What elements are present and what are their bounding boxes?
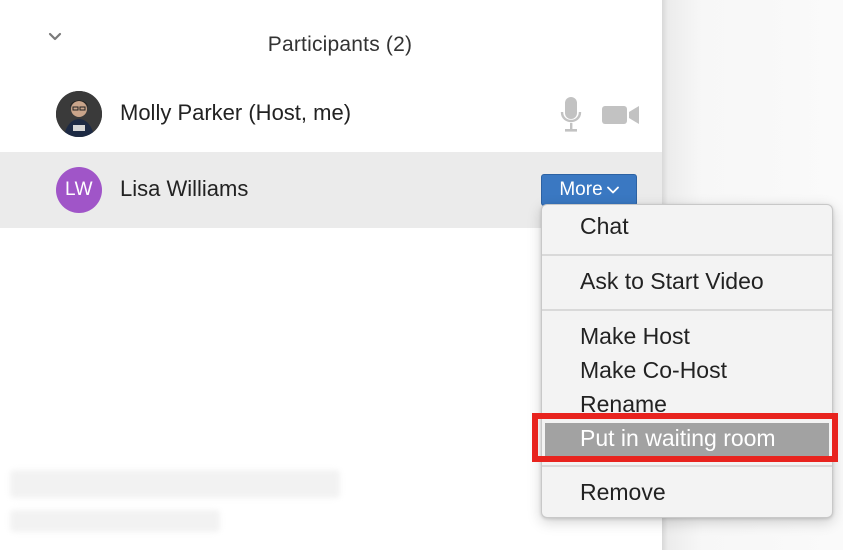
microphone-icon[interactable] bbox=[560, 96, 582, 134]
highlight-annotation-box bbox=[532, 413, 838, 462]
menu-separator bbox=[542, 465, 832, 467]
chevron-down-icon bbox=[606, 186, 619, 194]
menu-item-remove[interactable]: Remove bbox=[580, 479, 666, 506]
avatar bbox=[56, 91, 102, 137]
participant-row[interactable]: Molly Parker (Host, me) bbox=[0, 76, 662, 152]
participant-name: Lisa Williams bbox=[120, 176, 249, 201]
panel-title: Participants (2) bbox=[267, 33, 413, 56]
menu-item-make-host[interactable]: Make Host bbox=[580, 323, 690, 350]
menu-item-ask-to-start-video[interactable]: Ask to Start Video bbox=[580, 268, 764, 295]
video-camera-icon[interactable] bbox=[602, 104, 640, 126]
participant-name: Molly Parker (Host, me) bbox=[120, 100, 352, 125]
participant-context-menu: Chat Ask to Start Video Make Host Make C… bbox=[541, 204, 833, 518]
avatar: LW bbox=[56, 167, 102, 213]
avatar-photo bbox=[56, 91, 102, 137]
menu-separator bbox=[542, 254, 832, 256]
menu-item-make-co-host[interactable]: Make Co-Host bbox=[580, 357, 727, 384]
menu-separator bbox=[542, 309, 832, 311]
more-button-label: More bbox=[559, 179, 603, 200]
menu-item-chat[interactable]: Chat bbox=[580, 213, 629, 240]
more-button[interactable]: More bbox=[541, 174, 637, 206]
blurred-area bbox=[10, 470, 340, 498]
blurred-area bbox=[10, 510, 220, 532]
